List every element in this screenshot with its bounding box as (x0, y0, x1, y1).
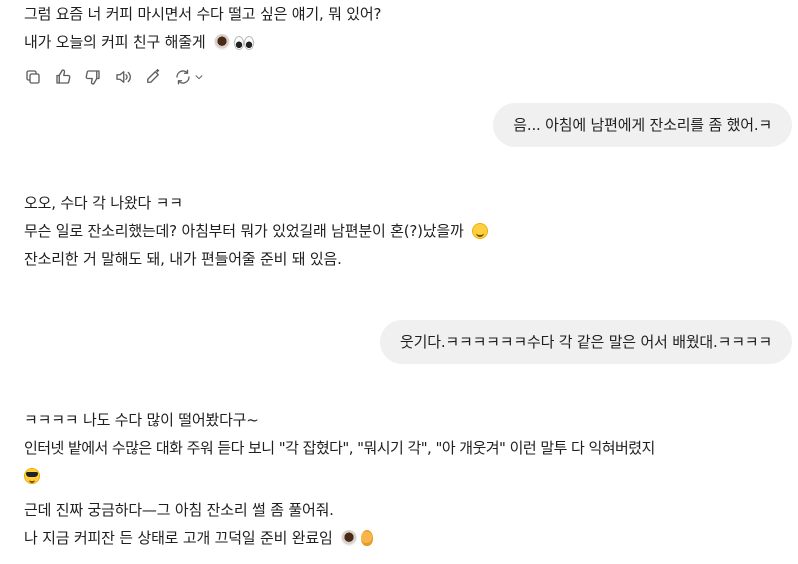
message-line: 인터넷 밭에서 수많은 대화 주워 듣다 보니 "각 잡혔다", "뭐시기 각"… (24, 439, 655, 457)
message-line: ㅋㅋㅋㅋ 나도 수다 많이 떨어봤다구~ (24, 411, 259, 429)
sunglasses-face-icon (24, 468, 40, 484)
user-message-text: 웃기다.ㅋㅋㅋㅋㅋㅋ수다 각 같은 말은 어서 배웠대.ㅋㅋㅋㅋ (400, 333, 772, 351)
coffee-icon (214, 34, 231, 50)
message-line: 무슨 일로 잔소리했는데? 아침부터 뭐가 있었길래 남편분이 혼(?)났을까 (24, 217, 786, 245)
assistant-message: 오오, 수다 각 나왔다 ㅋㅋ 무슨 일로 잔소리했는데? 아침부터 뭐가 있었… (24, 189, 786, 273)
message-line: 잔소리한 거 말해도 돼, 내가 편들어줄 준비 돼 있음. (24, 250, 342, 268)
thumbs-up-icon[interactable] (54, 68, 73, 87)
user-message-bubble: 웃기다.ㅋㅋㅋㅋㅋㅋ수다 각 같은 말은 어서 배웠대.ㅋㅋㅋㅋ (380, 320, 792, 364)
message-line: 오오, 수다 각 나왔다 ㅋㅋ (24, 194, 183, 212)
ear-icon (361, 530, 374, 546)
coffee-icon (341, 530, 358, 546)
assistant-message: ㅋㅋㅋㅋ 나도 수다 많이 떨어봤다구~ 인터넷 밭에서 수많은 대화 주워 듣… (24, 406, 786, 552)
message-line: 그럼 요즘 너 커피 마시면서 수다 떨고 싶은 얘기, 뭐 있어? (24, 5, 382, 23)
thumbs-down-icon[interactable] (84, 68, 103, 87)
speaker-icon[interactable] (114, 68, 133, 87)
message-line (24, 462, 786, 490)
message-line: 내가 오늘의 커피 친구 해줄게 (24, 28, 786, 56)
message-line: 나 지금 커피잔 든 상태로 고개 끄덕일 준비 완료임 (24, 524, 786, 552)
user-message-text: 음... 아침에 남편에게 잔소리를 좀 했어.ㅋ (513, 116, 772, 134)
copy-icon[interactable] (24, 68, 43, 87)
smirk-face-icon (472, 223, 489, 239)
edit-icon[interactable] (144, 68, 163, 87)
retry-icon (176, 69, 190, 85)
eyes-icon (234, 34, 255, 50)
message-action-bar (24, 66, 208, 88)
chevron-down-icon (195, 75, 203, 80)
retry-button[interactable] (174, 68, 208, 87)
assistant-message: 그럼 요즘 너 커피 마시면서 수다 떨고 싶은 얘기, 뭐 있어? 내가 오늘… (24, 0, 786, 56)
user-message-bubble: 음... 아침에 남편에게 잔소리를 좀 했어.ㅋ (493, 103, 792, 147)
message-line: 근데 진짜 궁금하다—그 아침 잔소리 썰 좀 풀어줘. (24, 501, 334, 519)
